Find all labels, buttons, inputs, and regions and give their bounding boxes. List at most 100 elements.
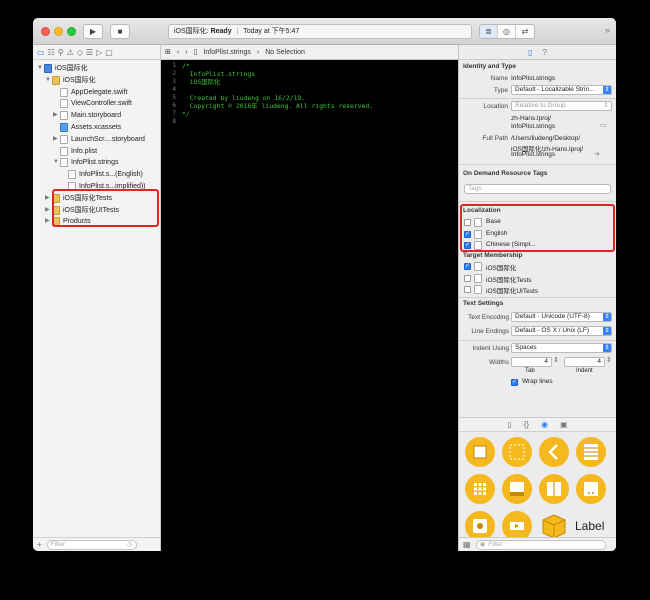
popup-chevron-icon: ⇕ [603, 313, 611, 321]
minimize-window-button[interactable] [54, 27, 63, 36]
code-line[interactable]: iOS国际化 [182, 78, 458, 86]
location-path-1: zh-Hans.lproj/ [511, 115, 552, 122]
identity-header: Identity and Type [463, 63, 516, 70]
recent-files-icon[interactable]: ◷ [127, 541, 133, 549]
wrap-lines-checkbox[interactable] [511, 378, 518, 386]
toolbar: ▶ ■ iOS国际化: Ready | Today at 下午5:47 ≣ ◎ … [33, 18, 616, 45]
indent-width-input[interactable]: 4 [564, 357, 605, 367]
source-editor[interactable]: ⊞ ‹ › ▯ InfoPlist.strings › No Selection… [161, 45, 458, 551]
forward-chevron-icon[interactable]: › [185, 49, 187, 56]
checkbox[interactable] [464, 262, 471, 270]
disclosure-icon[interactable]: ▼ [53, 157, 59, 168]
location-popup[interactable]: Relative to Group ⇕ [511, 101, 612, 111]
disclosure-icon[interactable] [53, 122, 59, 133]
file-tree-label: Main.storyboard [71, 112, 122, 120]
tab-stepper-icon[interactable]: ⇕ [553, 356, 559, 364]
debug-navigator-icon[interactable]: ☰ [86, 48, 93, 57]
code-line[interactable] [182, 118, 458, 126]
file-tree-label: AppDelegate.swift [71, 88, 128, 96]
indent-popup[interactable]: Spaces ⇕ [511, 343, 612, 353]
line-number: 7 [172, 110, 176, 117]
jumpbar-file[interactable]: InfoPlist.strings [203, 49, 250, 56]
overflow-chevron-icon[interactable]: » [605, 25, 610, 35]
checkbox[interactable] [464, 286, 471, 293]
disclosure-icon[interactable] [61, 169, 67, 180]
stop-button[interactable]: ■ [110, 24, 130, 39]
disclosure-icon[interactable] [53, 98, 59, 109]
navigator-tabs: ▭ ☷ ⚲ ⚠ ◇ ☰ ▷ ▢ [33, 45, 160, 60]
code-line[interactable] [182, 86, 458, 94]
storyboard-reference-tile[interactable] [502, 437, 532, 467]
file-tree-label: iOS国际化 [63, 76, 96, 84]
zoom-window-button[interactable] [67, 27, 76, 36]
view-controller-tile[interactable] [465, 437, 495, 467]
jumpbar-selection[interactable]: No Selection [265, 49, 305, 56]
project-navigator-icon[interactable]: ▭ [37, 48, 45, 57]
indent-stepper-icon[interactable]: ⇕ [606, 356, 612, 364]
report-navigator-icon[interactable]: ▢ [105, 48, 113, 57]
table-view-controller-tile[interactable] [576, 437, 606, 467]
test-navigator-icon[interactable]: ◇ [77, 48, 83, 57]
type-popup[interactable]: Default - Localizable Strin... ⇕ [511, 85, 612, 95]
quick-help-icon[interactable]: ? [542, 48, 546, 57]
disclosure-icon[interactable]: ▶ [53, 110, 59, 121]
checkbox[interactable] [464, 274, 471, 282]
storyboard-icon [60, 134, 68, 144]
navigator-filter-input[interactable]: Filter ◷ [46, 539, 137, 550]
stop-icon: ■ [117, 27, 123, 36]
inspector-tabs: ▯ ? [459, 45, 616, 60]
find-navigator-icon[interactable]: ⚲ [58, 48, 64, 57]
name-value[interactable]: InfoPlist.strings [511, 75, 555, 82]
tab-bar-controller-tile[interactable] [502, 474, 532, 504]
code-line[interactable]: InfoPlist.strings [182, 70, 458, 78]
grid-view-icon[interactable]: ▦ [463, 540, 471, 549]
code-line[interactable]: /* [182, 62, 458, 70]
symbol-navigator-icon[interactable]: ☷ [48, 48, 55, 57]
disclosure-icon[interactable]: ▶ [45, 193, 51, 204]
assistant-editor-icon[interactable]: ◎ [498, 25, 516, 38]
label-tile[interactable]: Label [575, 519, 604, 533]
filter-icon: ◉ [479, 540, 486, 548]
version-editor-icon[interactable]: ⇄ [516, 25, 534, 38]
related-items-icon[interactable]: ⊞ [165, 48, 171, 56]
file-template-icon[interactable]: ▯ [507, 420, 511, 429]
code-snippet-icon[interactable]: {} [524, 420, 529, 429]
disclosure-icon[interactable]: ▶ [53, 134, 59, 145]
standard-editor-icon[interactable]: ≣ [480, 25, 498, 38]
tab-width-input[interactable]: 4 [511, 357, 552, 367]
folder-icon[interactable]: ▭ [600, 121, 607, 129]
disclosure-icon[interactable]: ▼ [37, 63, 43, 74]
page-view-controller-tile[interactable] [576, 474, 606, 504]
back-chevron-icon [548, 444, 558, 460]
tags-input[interactable]: Tags [464, 184, 611, 194]
file-inspector: ▯ ? Identity and Type Name InfoPlist.str… [458, 45, 616, 551]
media-library-icon[interactable]: ▣ [560, 420, 568, 429]
code-line[interactable]: Copyright © 2016年 liudeng. All rights re… [182, 102, 458, 110]
disclosure-icon[interactable]: ▶ [45, 205, 51, 216]
issue-navigator-icon[interactable]: ⚠ [67, 48, 74, 57]
disclosure-icon[interactable] [53, 87, 59, 98]
split-view-controller-tile[interactable] [539, 474, 569, 504]
collection-view-controller-tile[interactable] [465, 474, 495, 504]
encoding-popup[interactable]: Default - Unicode (UTF-8) ⇕ [511, 312, 612, 322]
editor-mode-segment[interactable]: ≣ ◎ ⇄ [479, 24, 535, 39]
run-button[interactable]: ▶ [83, 24, 103, 39]
reveal-arrow-icon[interactable]: ➔ [594, 150, 600, 158]
close-window-button[interactable] [41, 27, 50, 36]
object-library-icon[interactable]: ◉ [541, 420, 548, 429]
disclosure-icon[interactable]: ▶ [45, 216, 51, 227]
line-number: 6 [172, 102, 176, 109]
code-text[interactable]: /* InfoPlist.strings iOS国际化 Created by l… [182, 60, 458, 551]
add-icon[interactable]: + [37, 540, 42, 549]
disclosure-icon[interactable] [53, 146, 59, 157]
endings-popup[interactable]: Default - OS X / Unix (LF) ⇕ [511, 326, 612, 336]
navigation-controller-tile[interactable] [539, 437, 569, 467]
breakpoint-navigator-icon[interactable]: ▷ [96, 48, 102, 57]
code-line[interactable]: Created by liudeng on 16/2/19. [182, 94, 458, 102]
back-chevron-icon[interactable]: ‹ [177, 49, 179, 56]
name-label: Name [490, 75, 508, 82]
file-inspector-icon[interactable]: ▯ [528, 48, 532, 57]
code-line[interactable]: */ [182, 110, 458, 118]
library-filter-input[interactable]: ◉ Filter [475, 539, 606, 550]
disclosure-icon[interactable]: ▼ [45, 75, 51, 86]
